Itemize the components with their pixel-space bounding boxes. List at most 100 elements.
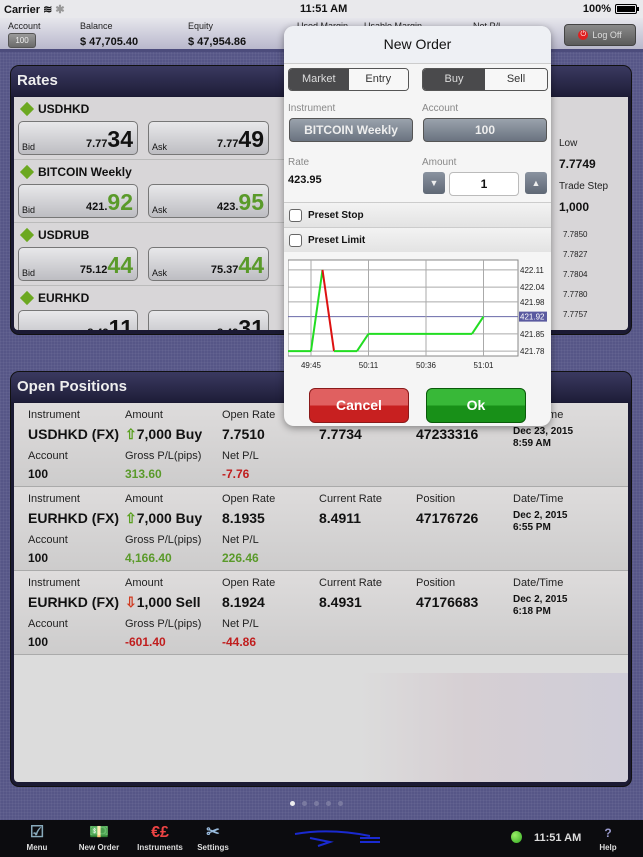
page-dot[interactable] [314, 801, 319, 806]
page-dot[interactable] [338, 801, 343, 806]
time-value: 8:59 AM [513, 438, 551, 449]
account-label: Account [28, 618, 68, 630]
rate-name: USDRUB [19, 227, 90, 243]
open-rate-value: 8.1924 [222, 594, 265, 610]
preset-stop-checkbox[interactable]: Preset Stop [284, 202, 551, 227]
ask-value: 423.95 [216, 189, 264, 215]
tab-label: Help [599, 843, 617, 852]
position-row[interactable]: Instrument Amount Open Rate Current Rate Pos… [14, 571, 628, 655]
datetime-label: Date/Time [513, 577, 564, 589]
page-indicator[interactable] [290, 801, 343, 806]
bid-button[interactable]: Bid 421.92 [18, 184, 138, 218]
rate-name-text: EURHKD [38, 291, 90, 305]
bid-button[interactable]: Bid 7.7734 [18, 121, 138, 155]
order-type-segmented: Market Entry [288, 68, 409, 91]
tab-help[interactable]: ? Help [596, 823, 620, 852]
tab-label: Instruments [137, 843, 183, 852]
equity-label: Equity [188, 21, 214, 31]
rate-name-text: USDHKD [38, 102, 90, 116]
tab-instruments[interactable]: €£ Instruments [134, 823, 186, 852]
ask-button[interactable]: Ask 75.3744 [148, 247, 269, 281]
current-rate-label: Current Rate [319, 577, 382, 589]
preset-limit-checkbox[interactable]: Preset Limit [284, 227, 551, 252]
tab-label: New Order [78, 843, 120, 852]
page-dot[interactable] [326, 801, 331, 806]
segment-entry[interactable]: Entry [348, 69, 408, 90]
account-button[interactable]: 100 [8, 33, 36, 48]
tab-new-order[interactable]: 💵 New Order [76, 823, 122, 852]
battery-percent: 100% [582, 3, 611, 15]
tab-settings[interactable]: ✂ Settings [195, 823, 231, 852]
cancel-button[interactable]: Cancel [309, 388, 409, 423]
mini-chart-levels: 7.7850 7.7827 7.7804 7.7780 7.7757 7.773… [559, 225, 628, 330]
power-icon: ⏻ [578, 30, 589, 40]
battery: 100% [582, 3, 639, 15]
rate-name-text: BITCOIN Weekly [38, 165, 132, 179]
account-select[interactable]: 100 [423, 118, 547, 142]
net-pl-value: -7.76 [222, 467, 250, 481]
open-positions-panel: Open Positions Instrument Amount Open Rate… [11, 372, 631, 786]
page-dot[interactable] [290, 801, 295, 806]
open-rate-label: Open Rate [222, 409, 276, 421]
segment-sell[interactable]: Sell [485, 69, 547, 90]
ask-button[interactable]: Ask 7.7749 [148, 121, 269, 155]
rate-row: BITCOIN Weekly Bid 421.92 Ask 423.95 [14, 160, 289, 223]
low-value: 7.7749 [559, 157, 596, 171]
rate-value: 423.95 [288, 174, 322, 186]
level-label: 7.7804 [563, 270, 588, 279]
date-value: Dec 23, 2015 [513, 426, 574, 437]
tab-label: Settings [197, 843, 229, 852]
bid-label: Bid [22, 142, 36, 152]
rate-name-text: USDRUB [38, 228, 90, 242]
arrow-down-icon: ⇩ [125, 594, 137, 610]
open-rate-label: Open Rate [222, 493, 276, 505]
activity-icon: ✱ [55, 4, 65, 16]
rate-row: USDHKD Bid 7.7734 Ask 7.7749 [14, 97, 289, 160]
segment-buy[interactable]: Buy [423, 69, 485, 90]
trade-step-label: Trade Step [559, 181, 609, 192]
segment-market[interactable]: Market [289, 69, 349, 90]
ok-button[interactable]: Ok [426, 388, 526, 423]
instrument-value: USDHKD (FX) [28, 426, 119, 442]
ask-value: 7.7749 [216, 126, 264, 152]
bid-button[interactable]: Bid 75.1244 [18, 247, 138, 281]
bid-button[interactable]: Bid8.4911 [18, 310, 138, 330]
instrument-value: EURHKD (FX) [28, 510, 119, 526]
position-value: 47176683 [416, 594, 479, 610]
amount-value: ⇧7,000 Buy [125, 426, 203, 442]
amount-input[interactable]: 1 [449, 172, 519, 196]
logo-icon [294, 830, 380, 847]
account-value: 100 [28, 551, 49, 565]
trade-step-value: 1,000 [559, 200, 590, 214]
gross-pl-label: Gross P/L(pips) [125, 618, 202, 630]
current-rate-value: 8.4911 [319, 510, 362, 526]
ask-button[interactable]: Ask8.4931 [148, 310, 269, 330]
rate-row: EURHKD Bid8.4911 Ask8.4931 [14, 286, 289, 330]
preset-stop-label: Preset Stop [308, 209, 364, 221]
position-value: 47176726 [416, 510, 479, 526]
position-row[interactable]: Instrument Amount Open Rate Current Rate Pos… [14, 487, 628, 571]
page-dot[interactable] [302, 801, 307, 806]
amount-label: Amount [125, 577, 163, 589]
level-label: 7.7757 [563, 310, 588, 319]
instrument-label: Instrument [28, 577, 80, 589]
y-tick-label: 421.85 [520, 330, 545, 339]
log-off-button[interactable]: ⏻ Log Off [564, 24, 636, 46]
open-rate-value: 7.7510 [222, 426, 265, 442]
ask-button[interactable]: Ask 423.95 [148, 184, 269, 218]
amount-decrement-button[interactable]: ▼ [423, 172, 445, 194]
checkbox-icon [289, 208, 302, 222]
preset-limit-label: Preset Limit [308, 234, 366, 246]
bid-value: 75.1244 [79, 252, 133, 278]
tab-menu[interactable]: ☑ Menu [22, 823, 52, 852]
background-decoration [358, 673, 628, 782]
amount-increment-button[interactable]: ▲ [525, 172, 547, 194]
arrow-up-icon: ⇧ [125, 510, 137, 526]
net-pl-label: Net P/L [222, 534, 259, 546]
instrument-select[interactable]: BITCOIN Weekly [289, 118, 413, 142]
account-value: 100 [28, 635, 49, 649]
gross-pl-value: 4,166.40 [125, 551, 172, 565]
instrument-value: EURHKD (FX) [28, 594, 119, 610]
amount-label: Amount [422, 157, 457, 168]
y-tick-label: 421.78 [520, 347, 545, 356]
